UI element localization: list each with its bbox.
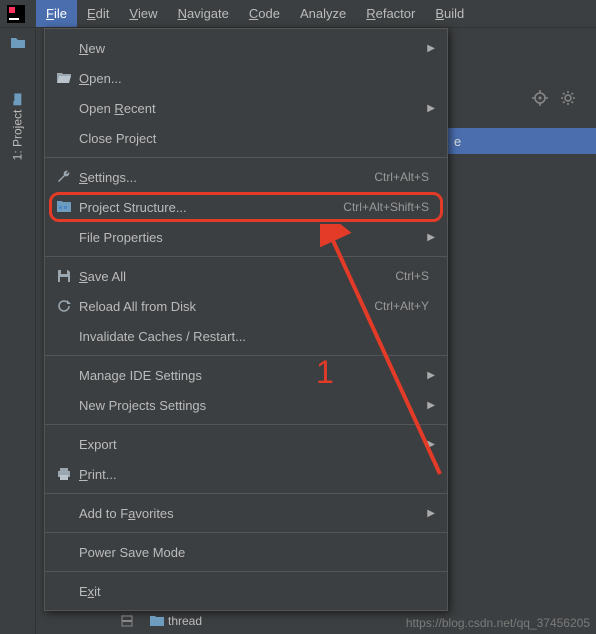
menu-item-project-structure[interactable]: Project Structure...Ctrl+Alt+Shift+S <box>45 192 447 222</box>
left-sidebar: 1: Project <box>0 28 36 634</box>
menu-item-reload-all-from-disk[interactable]: Reload All from DiskCtrl+Alt+Y <box>45 291 447 321</box>
menu-item-label: Add to Favorites <box>79 506 421 521</box>
menu-item-print[interactable]: Print... <box>45 459 447 489</box>
menu-item-invalidate-caches-restart[interactable]: Invalidate Caches / Restart... <box>45 321 447 351</box>
editor-tab-active[interactable]: e <box>448 128 596 154</box>
project-structure-icon <box>53 200 75 214</box>
submenu-arrow-icon: ▶ <box>427 370 435 381</box>
menu-separator <box>45 157 447 158</box>
menu-refactor[interactable]: Refactor <box>356 0 425 27</box>
menu-separator <box>45 256 447 257</box>
menu-file[interactable]: File <box>36 0 77 27</box>
thread-tab-label: thread <box>168 614 202 628</box>
menu-item-label: Manage IDE Settings <box>79 368 421 383</box>
menu-item-label: File Properties <box>79 230 421 245</box>
menu-edit[interactable]: Edit <box>77 0 119 27</box>
menu-item-label: Close Project <box>79 131 435 146</box>
submenu-arrow-icon: ▶ <box>427 439 435 450</box>
menu-view[interactable]: View <box>119 0 167 27</box>
menu-item-label: Exit <box>79 584 435 599</box>
menu-item-open[interactable]: Open... <box>45 63 447 93</box>
menu-item-new-projects-settings[interactable]: New Projects Settings ▶ <box>45 390 447 420</box>
menu-item-file-properties[interactable]: File Properties ▶ <box>45 222 447 252</box>
menu-item-label: Open Recent <box>79 101 421 116</box>
menu-item-label: Export <box>79 437 421 452</box>
menu-build[interactable]: Build <box>425 0 474 27</box>
menu-item-label: Project Structure... <box>79 200 343 215</box>
toolbar-right <box>532 90 576 106</box>
wrench-icon <box>53 169 75 185</box>
menu-item-label: Power Save Mode <box>79 545 435 560</box>
menubar: FileEditViewNavigateCodeAnalyzeRefactorB… <box>0 0 596 28</box>
menu-item-settings[interactable]: Settings...Ctrl+Alt+S <box>45 162 447 192</box>
menu-item-close-project[interactable]: Close Project <box>45 123 447 153</box>
save-icon <box>53 269 75 283</box>
watermark: https://blog.csdn.net/qq_37456205 <box>406 616 590 630</box>
target-icon[interactable] <box>532 90 548 106</box>
project-tool-window-tab[interactable]: 1: Project <box>11 94 25 161</box>
menu-item-label: Save All <box>79 269 395 284</box>
menu-separator <box>45 424 447 425</box>
reload-icon <box>53 299 75 313</box>
menu-item-label: Print... <box>79 467 435 482</box>
menu-item-open-recent[interactable]: Open Recent ▶ <box>45 93 447 123</box>
menu-item-power-save-mode[interactable]: Power Save Mode <box>45 537 447 567</box>
folder-open-icon <box>53 71 75 85</box>
menu-separator <box>45 532 447 533</box>
menu-separator <box>45 355 447 356</box>
app-logo <box>4 2 28 26</box>
minimize-icon[interactable] <box>120 614 134 628</box>
menu-item-save-all[interactable]: Save AllCtrl+S <box>45 261 447 291</box>
menu-item-manage-ide-settings[interactable]: Manage IDE Settings ▶ <box>45 360 447 390</box>
print-icon <box>53 467 75 481</box>
menu-separator <box>45 493 447 494</box>
submenu-arrow-icon: ▶ <box>427 400 435 411</box>
menu-item-export[interactable]: Export ▶ <box>45 429 447 459</box>
menu-shortcut: Ctrl+Alt+Y <box>374 299 429 313</box>
menu-item-label: Invalidate Caches / Restart... <box>79 329 435 344</box>
submenu-arrow-icon: ▶ <box>427 508 435 519</box>
menu-shortcut: Ctrl+Alt+S <box>374 170 429 184</box>
menu-code[interactable]: Code <box>239 0 290 27</box>
menu-shortcut: Ctrl+S <box>395 269 429 283</box>
submenu-arrow-icon: ▶ <box>427 232 435 243</box>
bottom-tool-tabs: thread <box>120 610 210 632</box>
project-tab-label: 1: Project <box>11 110 25 161</box>
menu-item-label: New <box>79 41 421 56</box>
menu-item-label: Open... <box>79 71 435 86</box>
menu-item-label: Settings... <box>79 170 374 185</box>
menu-item-exit[interactable]: Exit <box>45 576 447 606</box>
menu-item-add-to-favorites[interactable]: Add to Favorites ▶ <box>45 498 447 528</box>
menu-navigate[interactable]: Navigate <box>168 0 239 27</box>
editor-tab-label-fragment: e <box>454 134 461 149</box>
submenu-arrow-icon: ▶ <box>427 103 435 114</box>
menu-item-label: New Projects Settings <box>79 398 421 413</box>
project-folder-icon[interactable] <box>10 36 26 50</box>
menu-item-label: Reload All from Disk <box>79 299 374 314</box>
menu-shortcut: Ctrl+Alt+Shift+S <box>343 200 429 214</box>
thread-tab[interactable]: thread <box>142 610 210 632</box>
menu-analyze[interactable]: Analyze <box>290 0 356 27</box>
file-menu-dropdown: New ▶ Open... Open Recent ▶ Close Project Sett… <box>44 28 448 611</box>
submenu-arrow-icon: ▶ <box>427 43 435 54</box>
gear-icon[interactable] <box>560 90 576 106</box>
menu-item-new[interactable]: New ▶ <box>45 33 447 63</box>
menu-separator <box>45 571 447 572</box>
